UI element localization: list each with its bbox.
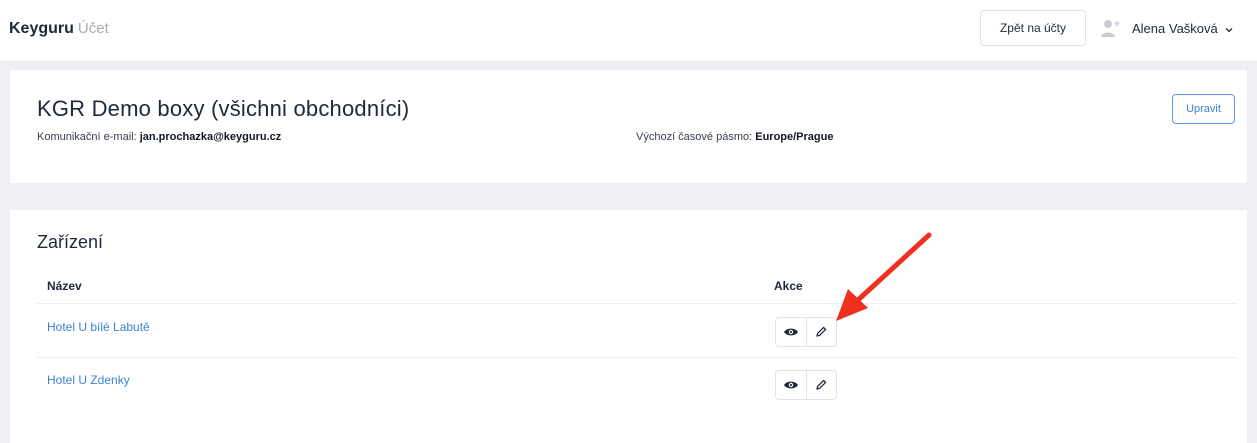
eye-icon[interactable] [776, 371, 806, 399]
column-header-actions: Akce [774, 279, 803, 293]
device-link[interactable]: Hotel U bílé Labutě [47, 320, 150, 334]
column-header-name: Název [47, 279, 82, 293]
row-actions [775, 370, 837, 400]
row-actions [775, 317, 837, 347]
user-name: Alena Vašková [1132, 20, 1218, 36]
email-label: Komunikační e-mail: [37, 131, 137, 143]
communication-email: Komunikační e-mail: jan.prochazka@keygur… [37, 131, 281, 143]
brand-subtitle: Účet [77, 20, 109, 37]
row-divider [37, 357, 1237, 358]
back-to-accounts-button[interactable]: Zpět na účty [980, 10, 1086, 46]
timezone-label: Výchozí časové pásmo: [636, 131, 753, 143]
pencil-icon[interactable] [805, 371, 836, 399]
eye-icon[interactable] [776, 318, 806, 346]
brand-name: Keyguru [9, 20, 74, 37]
email-value: jan.prochazka@keyguru.cz [139, 131, 282, 143]
chevron-down-icon [1224, 23, 1234, 33]
default-timezone: Výchozí časové pásmo: Europe/Prague [636, 131, 833, 143]
account-card: KGR Demo boxy (všichni obchodníci) Komun… [10, 70, 1247, 183]
timezone-value: Europe/Prague [755, 131, 834, 143]
user-add-icon [1100, 17, 1122, 39]
top-bar: Keyguru Účet Zpět na účty Alena Vašková [0, 0, 1257, 62]
pencil-icon[interactable] [805, 318, 836, 346]
edit-account-button[interactable]: Upravit [1172, 94, 1235, 124]
header-divider [37, 303, 1237, 304]
brand: Keyguru Účet [9, 20, 109, 38]
devices-title: Zařízení [37, 232, 104, 252]
device-link[interactable]: Hotel U Zdenky [47, 373, 130, 387]
account-title: KGR Demo boxy (všichni obchodníci) [37, 96, 410, 121]
devices-card: Zařízení Název Akce Hotel U bílé Labutě … [10, 210, 1247, 443]
user-menu[interactable]: Alena Vašková [1100, 14, 1234, 42]
